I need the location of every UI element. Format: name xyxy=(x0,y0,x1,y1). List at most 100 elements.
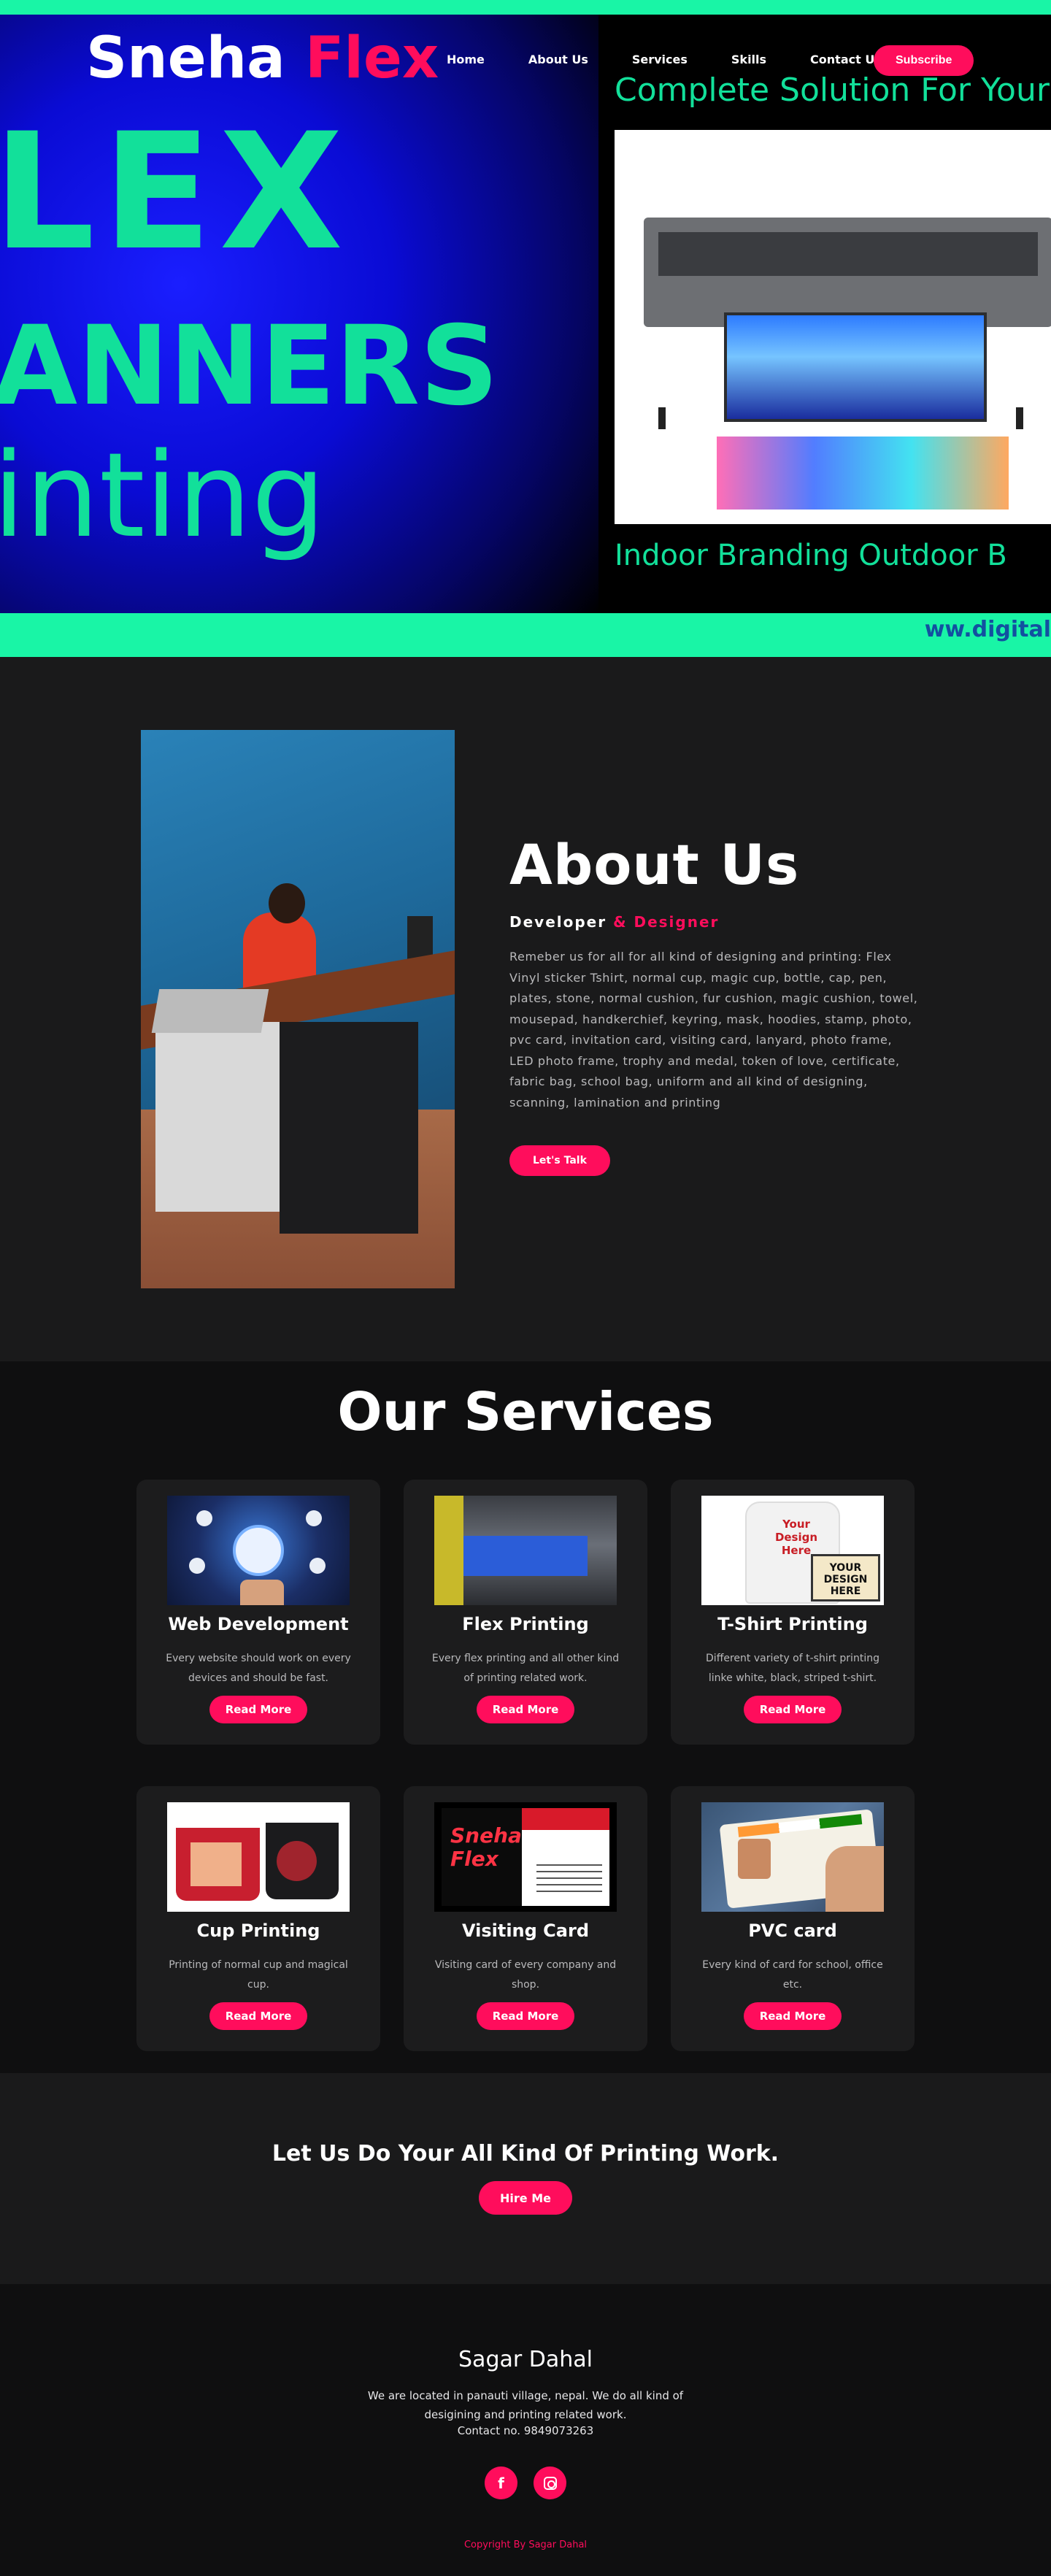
read-more-button[interactable]: Read More xyxy=(744,1696,842,1723)
banner-web-text: ww.digital xyxy=(924,617,1051,642)
service-title: Cup Printing xyxy=(196,1921,320,1941)
copyright: Copyright By Sagar Dahal xyxy=(463,2540,588,2550)
facebook-icon[interactable]: f xyxy=(485,2467,517,2499)
read-more-button[interactable]: Read More xyxy=(209,1696,307,1723)
service-card-cup-printing: Cup Printing Printing of normal cup and … xyxy=(136,1786,380,2051)
services-row: Cup Printing Printing of normal cup and … xyxy=(136,1786,915,2051)
about-subtitle-part1: Developer xyxy=(509,913,607,931)
visiting-card-brand: Sneha Flex xyxy=(450,1823,522,1871)
site-logo[interactable]: Sneha Flex xyxy=(86,26,439,91)
service-title: PVC card xyxy=(748,1921,837,1941)
web-hand xyxy=(240,1580,284,1605)
service-description: Every kind of card for school, office et… xyxy=(702,1959,883,1991)
footer-contact: Contact no. 9849073263 xyxy=(457,2424,594,2437)
pvc-card-image xyxy=(701,1802,884,1912)
pvc-hand xyxy=(825,1846,884,1912)
nav-services[interactable]: Services xyxy=(632,53,688,66)
service-description: Every flex printing and all other kind o… xyxy=(431,1653,620,1684)
service-card-web-development: Web Development Every website should wor… xyxy=(136,1480,380,1745)
about-section: About Us Developer & Designer Remeber us… xyxy=(0,657,1051,1361)
web-icon-dot xyxy=(189,1558,205,1574)
cta-text: Let Us Do Your All Kind Of Printing Work… xyxy=(272,2141,779,2166)
banner-top-strip xyxy=(0,0,1051,15)
printer-head xyxy=(658,232,1038,276)
services-section: Our Services Web Development Every websi… xyxy=(0,1361,1051,2073)
service-card-visiting-card: Sneha Flex Visiting Card Visiting card o… xyxy=(404,1786,647,2051)
cup-photo xyxy=(277,1841,317,1881)
services-row: Web Development Every website should wor… xyxy=(136,1480,915,1745)
instagram-glyph xyxy=(543,2476,557,2490)
about-text: About Us Developer & Designer Remeber us… xyxy=(509,832,918,1176)
service-description: Every website should work on every devic… xyxy=(166,1653,351,1684)
service-card-tshirt-printing: Your Design Here YOUR DESIGN HERE T-Shir… xyxy=(671,1480,915,1745)
photo-desk-side xyxy=(155,1022,280,1212)
about-photo xyxy=(141,730,455,1288)
service-title: Web Development xyxy=(168,1614,349,1634)
pvc-card-photo xyxy=(738,1839,771,1879)
photo-laptop xyxy=(151,989,269,1033)
read-more-button[interactable]: Read More xyxy=(477,1696,574,1723)
about-subtitle-part2: & Designer xyxy=(613,913,720,931)
flex-printer-image xyxy=(434,1496,617,1605)
visiting-card-band xyxy=(522,1808,609,1830)
read-more-button[interactable]: Read More xyxy=(477,2002,574,2030)
photo-person-head xyxy=(269,883,305,923)
printer-image xyxy=(615,130,1051,524)
hero-banner: LEX ANNERS inting Complete Solution For … xyxy=(0,0,1051,657)
red-cup xyxy=(176,1828,260,1901)
banner-text-line3: inting xyxy=(0,427,326,564)
read-more-button[interactable]: Read More xyxy=(209,2002,307,2030)
footer-address: We are located in panauti village, nepal… xyxy=(367,2389,684,2421)
printer-output xyxy=(717,437,1009,510)
subscribe-button[interactable]: Subscribe xyxy=(874,45,974,76)
service-description: Visiting card of every company and shop. xyxy=(434,1959,617,1991)
services-grid: Web Development Every website should wor… xyxy=(136,1480,915,2093)
lets-talk-button[interactable]: Let's Talk xyxy=(509,1145,610,1176)
about-subtitle: Developer & Designer xyxy=(509,913,918,931)
logo-part1: Sneha xyxy=(86,26,285,91)
navbar: Sneha Flex Home About Us Services Skills… xyxy=(0,15,1051,109)
photo-desk-cabinet xyxy=(280,1022,418,1234)
web-icon-dot xyxy=(196,1510,212,1526)
visiting-card-lines xyxy=(536,1864,602,1893)
web-icon-dot xyxy=(306,1510,322,1526)
tshirt-sign: YOUR DESIGN HERE xyxy=(811,1554,880,1602)
cta-section: Let Us Do Your All Kind Of Printing Work… xyxy=(0,2073,1051,2284)
web-development-image xyxy=(167,1496,350,1605)
banner-strap: Indoor Branding Outdoor B xyxy=(615,539,1007,572)
tshirt-image: Your Design Here YOUR DESIGN HERE xyxy=(701,1496,884,1605)
flex-img-wall xyxy=(434,1496,463,1605)
visiting-card-image: Sneha Flex xyxy=(434,1802,617,1912)
banner-text-line1: LEX xyxy=(0,99,351,285)
service-description: Different variety of t-shirt printing li… xyxy=(706,1653,879,1684)
service-title: T-Shirt Printing xyxy=(717,1614,868,1634)
about-description: Remeber us for all for all kind of desig… xyxy=(509,950,918,1110)
service-card-pvc-card: PVC card Every kind of card for school, … xyxy=(671,1786,915,2051)
service-description: Printing of normal cup and magical cup. xyxy=(169,1959,348,1991)
about-title: About Us xyxy=(509,832,800,897)
nav-contact-us[interactable]: Contact Us xyxy=(810,53,882,66)
services-title: Our Services xyxy=(337,1381,714,1442)
instagram-icon[interactable] xyxy=(534,2467,566,2499)
tshirt-print-text: Your Design Here xyxy=(774,1518,818,1557)
web-icon-dot xyxy=(309,1558,326,1574)
logo-part2: Flex xyxy=(304,26,439,91)
hire-me-button[interactable]: Hire Me xyxy=(479,2181,572,2215)
cups-image xyxy=(167,1802,350,1912)
printer-media xyxy=(724,312,987,422)
read-more-button[interactable]: Read More xyxy=(744,2002,842,2030)
nav-skills[interactable]: Skills xyxy=(731,53,766,66)
nav-links: Home About Us Services Skills Contact Us xyxy=(447,53,882,66)
service-title: Flex Printing xyxy=(462,1614,589,1634)
nav-home[interactable]: Home xyxy=(447,53,485,66)
web-hub-icon xyxy=(233,1525,284,1576)
banner-bottom-strip xyxy=(0,613,1051,657)
service-card-flex-printing: Flex Printing Every flex printing and al… xyxy=(404,1480,647,1745)
banner-text-line2: ANNERS xyxy=(0,303,499,430)
cup-photo xyxy=(190,1842,242,1886)
black-cup xyxy=(266,1823,339,1899)
flex-img-print xyxy=(463,1536,588,1576)
service-title: Visiting Card xyxy=(461,1921,590,1941)
nav-about-us[interactable]: About Us xyxy=(528,53,588,66)
footer-name: Sagar Dahal xyxy=(458,2347,593,2372)
